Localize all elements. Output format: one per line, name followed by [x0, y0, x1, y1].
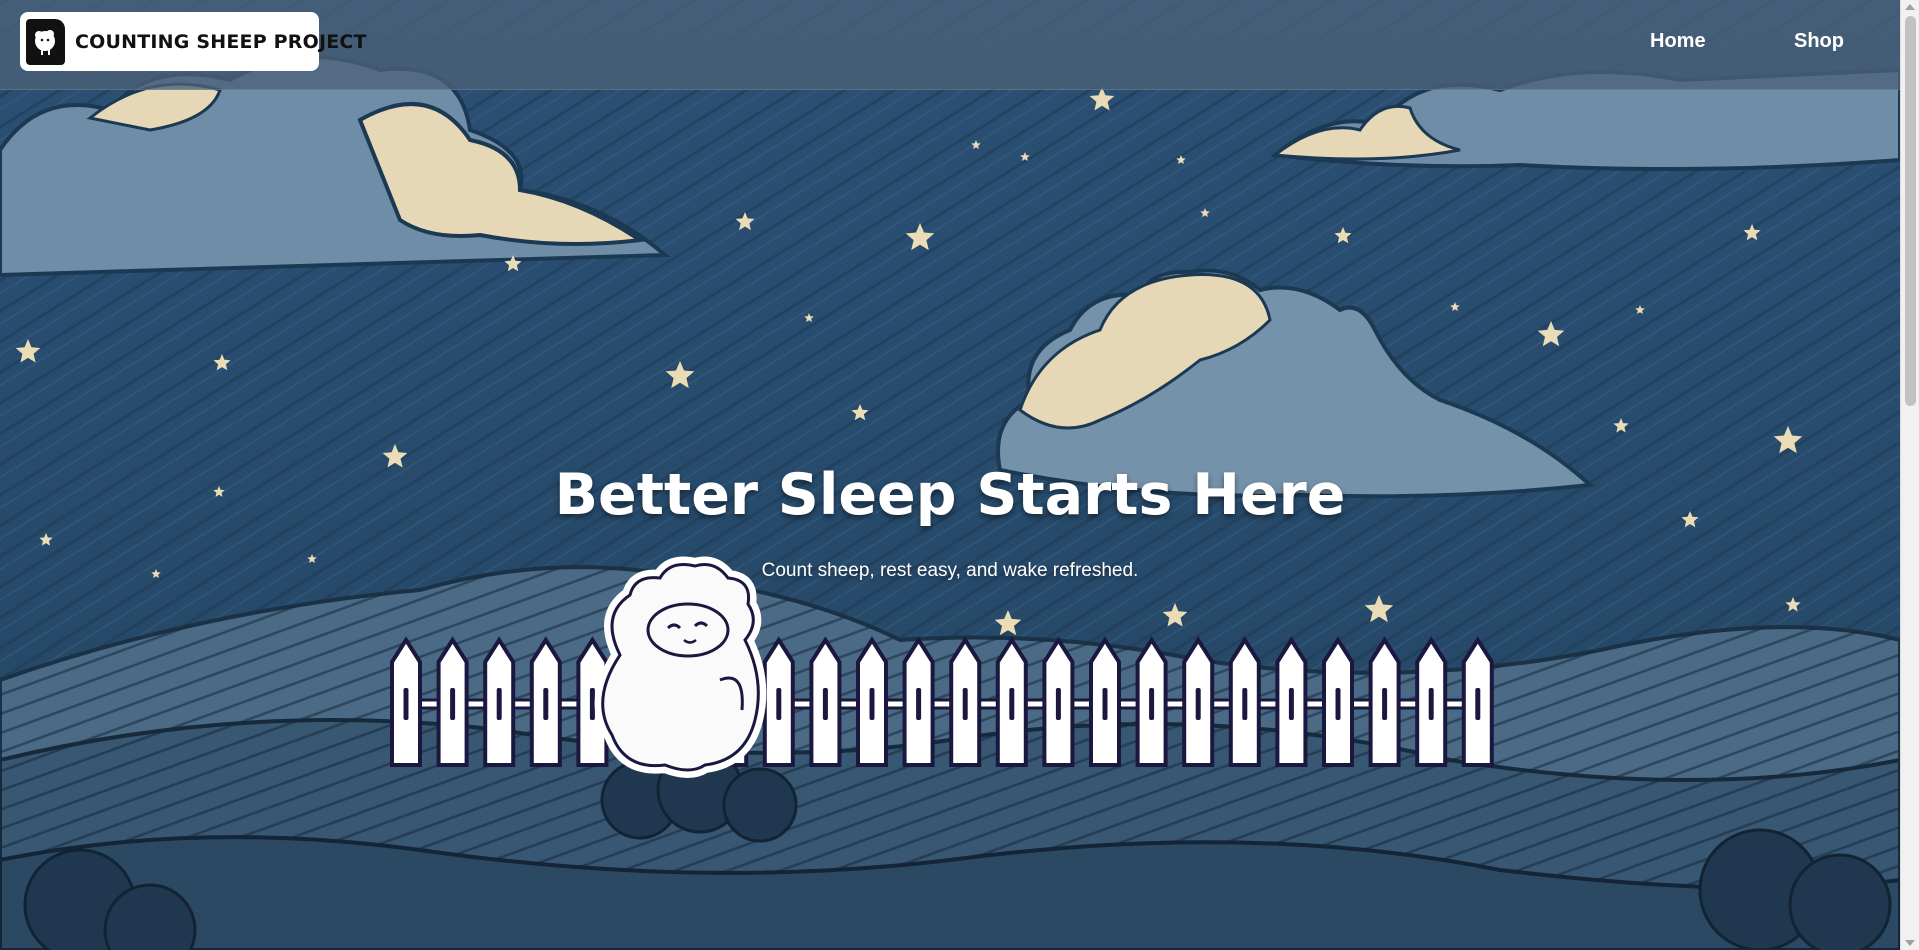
- scroll-up-arrow-icon[interactable]: [1905, 4, 1915, 10]
- fence-picket-slot: [1242, 688, 1248, 720]
- fence-picket-slot: [1382, 688, 1388, 720]
- fence-picket-slot: [450, 688, 456, 720]
- fence-picket-slot: [589, 688, 595, 720]
- sheep-icon: [26, 19, 65, 65]
- scroll-down-arrow-icon[interactable]: [1905, 940, 1915, 946]
- fence-picket-slot: [1335, 688, 1341, 720]
- sheep-illustration: [594, 556, 767, 778]
- fence-picket-slot: [916, 688, 922, 720]
- fence-picket-slot: [1475, 688, 1481, 720]
- fence-picket-slot: [1288, 688, 1294, 720]
- fence-picket-slot: [543, 688, 549, 720]
- fence-picket-slot: [496, 688, 502, 720]
- fence-picket-slot: [1149, 688, 1155, 720]
- fence-picket-slot: [1428, 688, 1434, 720]
- hero-subtitle: Count sheep, rest easy, and wake refresh…: [761, 560, 1139, 581]
- nav-shop-link[interactable]: Shop: [1794, 30, 1844, 53]
- fence-picket-slot: [869, 688, 875, 720]
- fence-picket-slot: [1055, 688, 1061, 720]
- fence-picket-slot: [822, 688, 828, 720]
- fence-picket-slot: [1009, 688, 1015, 720]
- fence-picket-slot: [776, 688, 782, 720]
- brand-logo-link[interactable]: COUNTING SHEEP PROJECT: [20, 12, 367, 71]
- site-header: COUNTING SHEEP PROJECT Home Shop: [0, 0, 1900, 90]
- fence-picket-slot: [1102, 688, 1108, 720]
- nav-home-link[interactable]: Home: [1650, 30, 1706, 53]
- brand-name: COUNTING SHEEP PROJECT: [75, 31, 367, 53]
- scrollbar-thumb[interactable]: [1905, 16, 1916, 406]
- vertical-scrollbar[interactable]: [1900, 0, 1919, 950]
- fence-picket-slot: [403, 688, 409, 720]
- hero-title: Better Sleep Starts Here: [554, 462, 1346, 528]
- fence-picket-slot: [1195, 688, 1201, 720]
- fence-picket-slot: [962, 688, 968, 720]
